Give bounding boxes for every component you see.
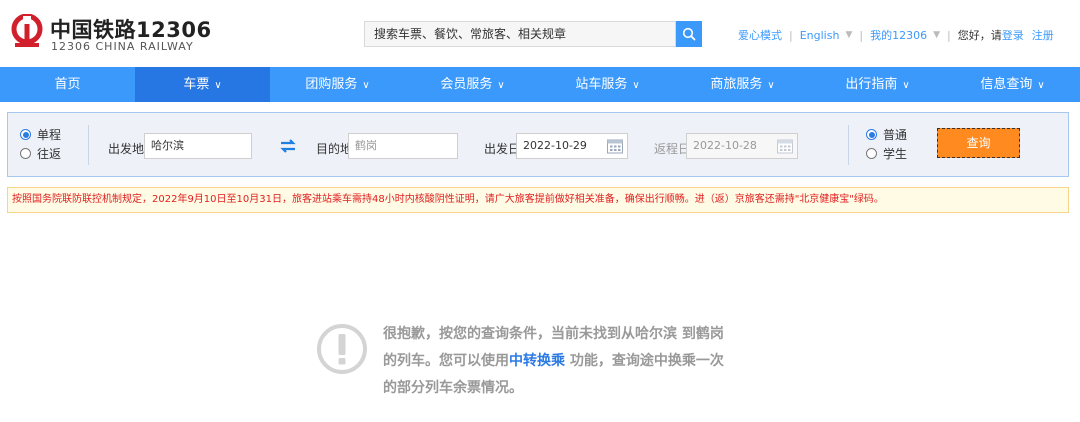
nav-item-home[interactable]: 首页 bbox=[0, 67, 135, 102]
passenger-student-option[interactable]: 学生 bbox=[866, 144, 907, 163]
nav-item-tickets[interactable]: 车票 ∨ bbox=[135, 67, 270, 102]
radio-icon[interactable] bbox=[866, 148, 877, 159]
care-mode-link[interactable]: 爱心模式 bbox=[738, 27, 782, 43]
no-results-text-fragment: 功能，查询途中换乘一次 bbox=[565, 353, 724, 369]
divider: | bbox=[789, 28, 793, 42]
divider: | bbox=[947, 28, 951, 42]
passenger-adult-label: 普通 bbox=[883, 128, 908, 142]
nav-item-label: 车票 bbox=[183, 77, 210, 92]
nav-item-label: 出行指南 bbox=[845, 77, 898, 92]
register-link[interactable]: 注册 bbox=[1032, 27, 1054, 43]
main-nav: 首页 车票 ∨ 团购服务 ∨ 会员服务 ∨ 站车服务 ∨ 商旅服务 ∨ 出行指南 ∨ 信息查… bbox=[0, 67, 1080, 102]
trip-one-way-label: 单程 bbox=[37, 128, 62, 142]
exclamation-icon bbox=[317, 324, 367, 374]
search-icon bbox=[682, 27, 696, 41]
swap-stations-icon[interactable] bbox=[280, 138, 296, 154]
chevron-down-icon: ∨ bbox=[1037, 80, 1045, 91]
trip-one-way-option[interactable]: 单程 bbox=[20, 125, 61, 144]
nav-item-label: 商旅服务 bbox=[710, 77, 763, 92]
passenger-adult-option[interactable]: 普通 bbox=[866, 125, 907, 144]
nav-item-business-travel[interactable]: 商旅服务 ∨ bbox=[675, 67, 810, 102]
divider: | bbox=[859, 28, 864, 42]
to-station-input[interactable]: 鹤岗 bbox=[348, 133, 458, 159]
chevron-down-icon: ∨ bbox=[902, 80, 910, 91]
from-station-label: 出发地 bbox=[108, 142, 145, 156]
chevron-down-icon: ∨ bbox=[497, 80, 505, 91]
my12306-link[interactable]: 我的12306 bbox=[870, 27, 927, 43]
trip-round-trip-label: 往返 bbox=[37, 147, 62, 161]
site-logo[interactable]: 中国铁路12306 12306 CHINA RAILWAY bbox=[10, 12, 211, 56]
divider bbox=[848, 125, 849, 165]
nav-item-label: 信息查询 bbox=[980, 77, 1033, 92]
nav-item-travel-guide[interactable]: 出行指南 ∨ bbox=[810, 67, 945, 102]
chevron-down-icon[interactable]: ▼ bbox=[845, 30, 852, 40]
logo-subtitle: 12306 CHINA RAILWAY bbox=[51, 40, 194, 53]
trip-round-trip-option[interactable]: 往返 bbox=[20, 144, 61, 163]
nav-item-member[interactable]: 会员服务 ∨ bbox=[405, 67, 540, 102]
passenger-student-label: 学生 bbox=[883, 147, 908, 161]
nav-item-group-buying[interactable]: 团购服务 ∨ bbox=[270, 67, 405, 102]
chevron-down-icon: ∨ bbox=[214, 80, 222, 91]
no-results-text: 很抱歉，按您的查询条件，当前未找到从哈尔滨 到鹤岗 的列车。您可以使用中转换乘 … bbox=[383, 321, 763, 402]
nav-item-label: 会员服务 bbox=[440, 77, 493, 92]
nav-item-info-query[interactable]: 信息查询 ∨ bbox=[945, 67, 1080, 102]
depart-date-label: 出发日 bbox=[484, 142, 521, 156]
radio-icon[interactable] bbox=[20, 148, 31, 159]
return-date-label: 返程日 bbox=[654, 142, 691, 156]
to-station-label: 目的地 bbox=[316, 142, 353, 156]
passenger-type-group: 普通 学生 bbox=[866, 125, 907, 163]
ticket-query-panel: 单程 往返 出发地 哈尔滨 目的地 鹤岗 出发日 2022-10-29 返程日 … bbox=[7, 112, 1069, 177]
nav-item-label: 团购服务 bbox=[305, 77, 358, 92]
divider bbox=[88, 125, 89, 165]
radio-selected-icon[interactable] bbox=[20, 129, 31, 140]
no-results-line: 的部分列车余票情况。 bbox=[383, 380, 523, 396]
chevron-down-icon[interactable]: ▼ bbox=[933, 30, 940, 40]
covid-notice-banner: 按照国务院联防联控机制规定，2022年9月10日至10月31日，旅客进站乘车需持… bbox=[7, 187, 1069, 213]
nav-item-station-service[interactable]: 站车服务 ∨ bbox=[540, 67, 675, 102]
top-links: 爱心模式 | English ▼ | 我的12306 ▼ | 您好，请 登录 注… bbox=[738, 27, 1054, 43]
search-button[interactable] bbox=[676, 21, 702, 47]
chevron-down-icon: ∨ bbox=[767, 80, 775, 91]
calendar-icon[interactable] bbox=[776, 137, 794, 155]
chevron-down-icon: ∨ bbox=[632, 80, 640, 91]
login-link[interactable]: 登录 bbox=[1002, 27, 1024, 43]
no-results-message: 很抱歉，按您的查询条件，当前未找到从哈尔滨 到鹤岗 的列车。您可以使用中转换乘 … bbox=[316, 321, 776, 411]
site-search bbox=[364, 21, 676, 47]
chevron-down-icon: ∨ bbox=[362, 80, 370, 91]
nav-item-label: 站车服务 bbox=[575, 77, 628, 92]
no-results-line: 很抱歉，按您的查询条件，当前未找到从哈尔滨 到鹤岗 bbox=[383, 326, 724, 342]
search-input[interactable] bbox=[365, 22, 675, 46]
calendar-icon[interactable] bbox=[606, 137, 624, 155]
site-header: 中国铁路12306 12306 CHINA RAILWAY 爱心模式 | Eng… bbox=[0, 0, 1080, 67]
no-results-text-fragment: 的列车。您可以使用 bbox=[383, 353, 509, 369]
nav-item-label: 首页 bbox=[54, 77, 81, 92]
greeting-text: 您好，请 bbox=[957, 29, 1002, 42]
radio-selected-icon[interactable] bbox=[866, 129, 877, 140]
no-results-line: 的列车。您可以使用中转换乘 功能，查询途中换乘一次 bbox=[383, 348, 763, 375]
trip-type-group: 单程 往返 bbox=[20, 125, 61, 163]
language-link[interactable]: English bbox=[800, 29, 840, 42]
transfer-link[interactable]: 中转换乘 bbox=[509, 353, 565, 369]
query-button[interactable]: 查询 bbox=[937, 128, 1020, 158]
from-station-input[interactable]: 哈尔滨 bbox=[144, 133, 252, 159]
railway-logo-icon bbox=[11, 14, 43, 47]
